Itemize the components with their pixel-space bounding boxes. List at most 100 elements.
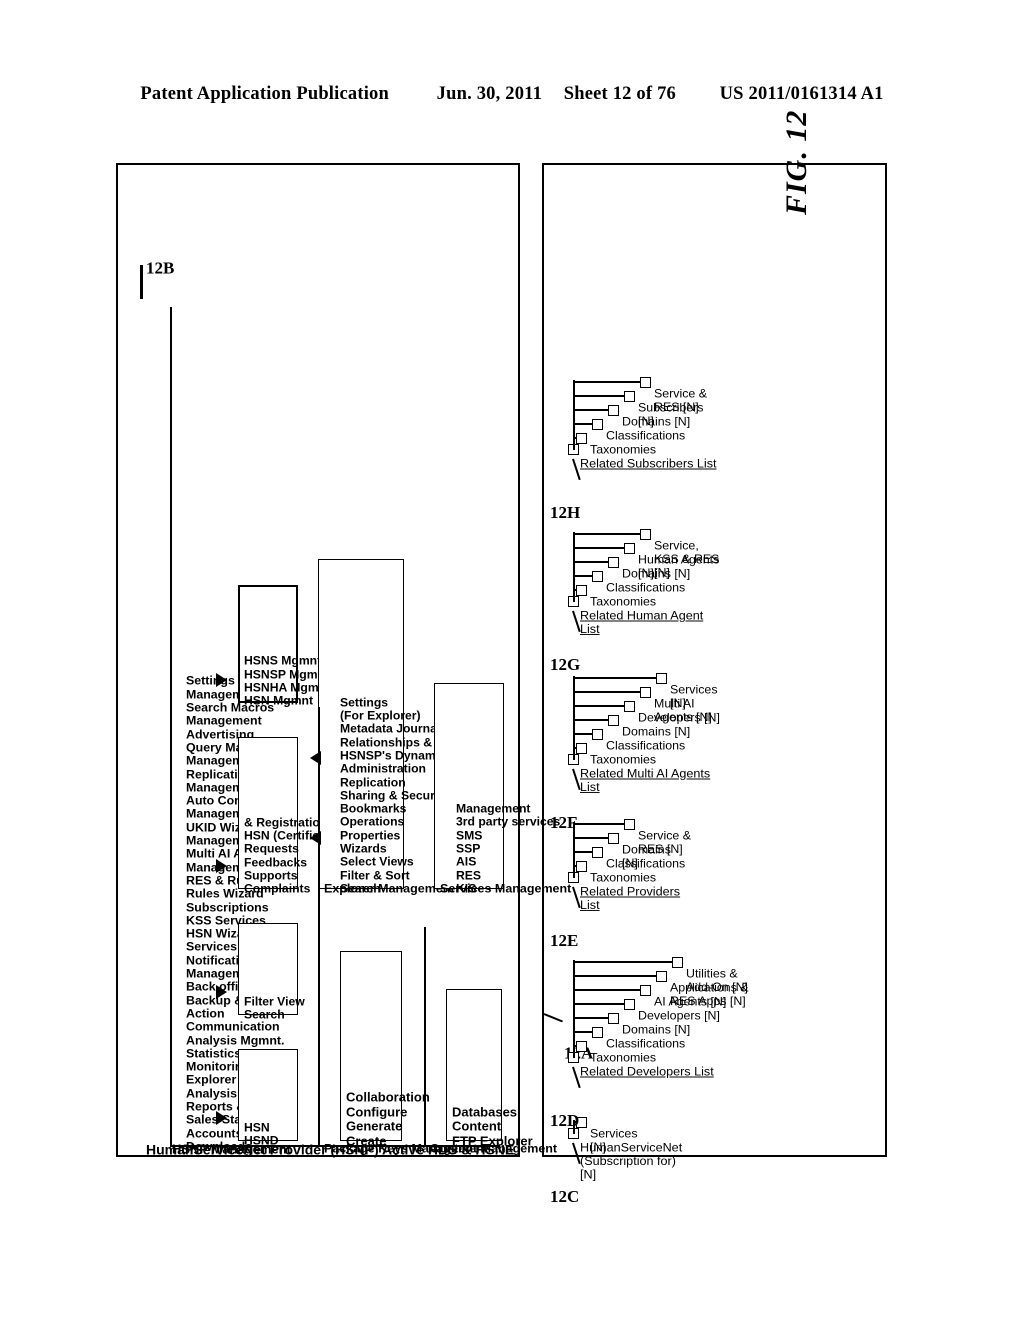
publication-label: Patent Application Publication [140, 84, 389, 104]
tree-child-label: Services [N] [670, 683, 718, 710]
tree-node [576, 433, 587, 444]
tree-child-label: Domains [N] [622, 725, 691, 739]
package-keys-connector-h [318, 707, 320, 1147]
tree-root-label: Related Multi AI Agents List [580, 767, 711, 794]
hsnp-management-item: Downloads [186, 1140, 253, 1154]
tree-node [640, 529, 651, 540]
tree-child-label: Taxonomies [590, 753, 657, 767]
content-management-item: Databases [452, 1104, 518, 1120]
tree-connector [573, 747, 576, 749]
tree-spine [573, 380, 575, 450]
search-filter-marker-icon [216, 985, 227, 999]
tree-ref-label: 12C [550, 1187, 580, 1206]
tree-connector [573, 1031, 592, 1033]
explorer-management-item: Settings [340, 695, 389, 710]
tree-12g: Related Human Agent List Taxonomies Classi… [542, 469, 862, 674]
tree-connector [573, 733, 592, 735]
content-management-connector [424, 1145, 448, 1147]
hsnp-management-item: Action [186, 1007, 225, 1021]
tree-connector [573, 589, 576, 591]
tree-child-label: Service & RES [N] [654, 387, 708, 414]
tree-connector [573, 705, 624, 707]
package-keys-connector [318, 1145, 342, 1147]
explorer-management-item: Operations [340, 815, 405, 829]
explorer-management-item: Administration [340, 762, 426, 776]
tree-connector [573, 1045, 576, 1047]
hsn-mgmnt-box-item: HSN Mgmnt [244, 694, 314, 708]
tree-child-label: Developers [N] [638, 1009, 720, 1023]
tree-connector [573, 989, 640, 991]
tree-child-label: Taxonomies [590, 595, 657, 609]
complaints-box-item: Complaints [244, 882, 311, 896]
trees-area: HumanServiceNet (Subscription for) [N] Se… [542, 163, 887, 1206]
services-management-item: Management [456, 802, 531, 816]
services-management-item: RES [456, 868, 482, 883]
tree-node [624, 543, 635, 554]
explorer-management-item: (For Explorer) [340, 709, 421, 723]
hsnp-management-item: Analysis [186, 1086, 237, 1101]
tree-root-label: Related Subscribers List [580, 457, 717, 471]
explorer-management-item: Bookmarks [340, 802, 407, 816]
tree-connector [573, 1017, 608, 1019]
tree-ref-label: 12D [550, 1111, 580, 1130]
hsn-mgmnt-box-item: HSNSP Mgmnt [244, 667, 330, 682]
explorer-management-item: Relationships & [340, 735, 433, 750]
content-management-connector-h [424, 927, 426, 1147]
tree-child-label: Services [N] [590, 1127, 638, 1154]
tree-12h: Related Subscribers List Taxonomies Classi… [542, 317, 862, 522]
tree-connector [573, 409, 608, 411]
explorer-management-item: Filter & Sort [340, 868, 410, 883]
package-keys-item: Create [346, 1134, 387, 1149]
tree-root-label: Related Human Agent List [580, 609, 704, 636]
complaints-marker-icon [216, 859, 227, 873]
tree-node [624, 391, 635, 402]
hsn-mgmnt-marker-icon [216, 673, 227, 687]
package-keys-item: Configure [346, 1104, 408, 1120]
ref-12b-leader [140, 265, 143, 299]
tree-node [672, 957, 683, 968]
tree-connector [573, 575, 592, 577]
tree-ref-label: 12E [550, 931, 579, 950]
tree-ref-label: 12H [550, 503, 581, 522]
tree-connector [573, 395, 624, 397]
explorer-management-item: Wizards [340, 842, 387, 856]
tree-connector [573, 691, 640, 693]
search-filter-box-item: Search [244, 1008, 285, 1022]
explorer-management-item: Select Views [340, 855, 414, 869]
tree-node [592, 847, 603, 858]
tree-child-label: Classifications [606, 429, 686, 443]
tree-node [576, 585, 587, 596]
tree-node [624, 999, 635, 1010]
patent-number: US 2011/0161314 A1 [719, 84, 884, 104]
tree-node [592, 1027, 603, 1038]
tree-connector [573, 437, 576, 439]
hsnd-hsn-marker-icon [216, 1111, 227, 1125]
tree-node [592, 571, 603, 582]
tree-connector [573, 851, 592, 853]
explorer-management-item: Properties [340, 828, 401, 843]
tree-connector [573, 547, 624, 549]
sheet-number: Sheet 12 of 76 [563, 84, 676, 104]
tree-child-label: Taxonomies [590, 871, 657, 885]
tree-connector [573, 561, 608, 563]
explorer-management-item: Sharing & Security [340, 788, 450, 803]
tree-node [624, 701, 635, 712]
package-keys-item: Collaboration [346, 1090, 430, 1105]
tree-child-label: Utilities & Add-On [N] [686, 967, 748, 994]
tree-node [608, 715, 619, 726]
explorer-management-item: Replication [340, 775, 406, 790]
tree-connector [573, 837, 608, 839]
hsnp-management-item: Services [186, 940, 237, 954]
tree-node [624, 819, 635, 830]
hsn-mgmnt-box-item: HSNS Mgmnt [244, 654, 322, 668]
tree-child-label: Taxonomies [590, 443, 657, 457]
tree-12d: Related Developers List Taxonomies Classif… [542, 895, 862, 1130]
hsnd-hsn-box-item: HSN [244, 1120, 270, 1135]
tree-node [576, 1041, 587, 1052]
tree-node [640, 687, 651, 698]
tree-node [576, 861, 587, 872]
explorer-management-item: Metadata Journal [340, 722, 441, 736]
tree-node [608, 833, 619, 844]
tree-ref-label: 12G [550, 655, 581, 674]
services-management-item: KIS [456, 882, 477, 896]
